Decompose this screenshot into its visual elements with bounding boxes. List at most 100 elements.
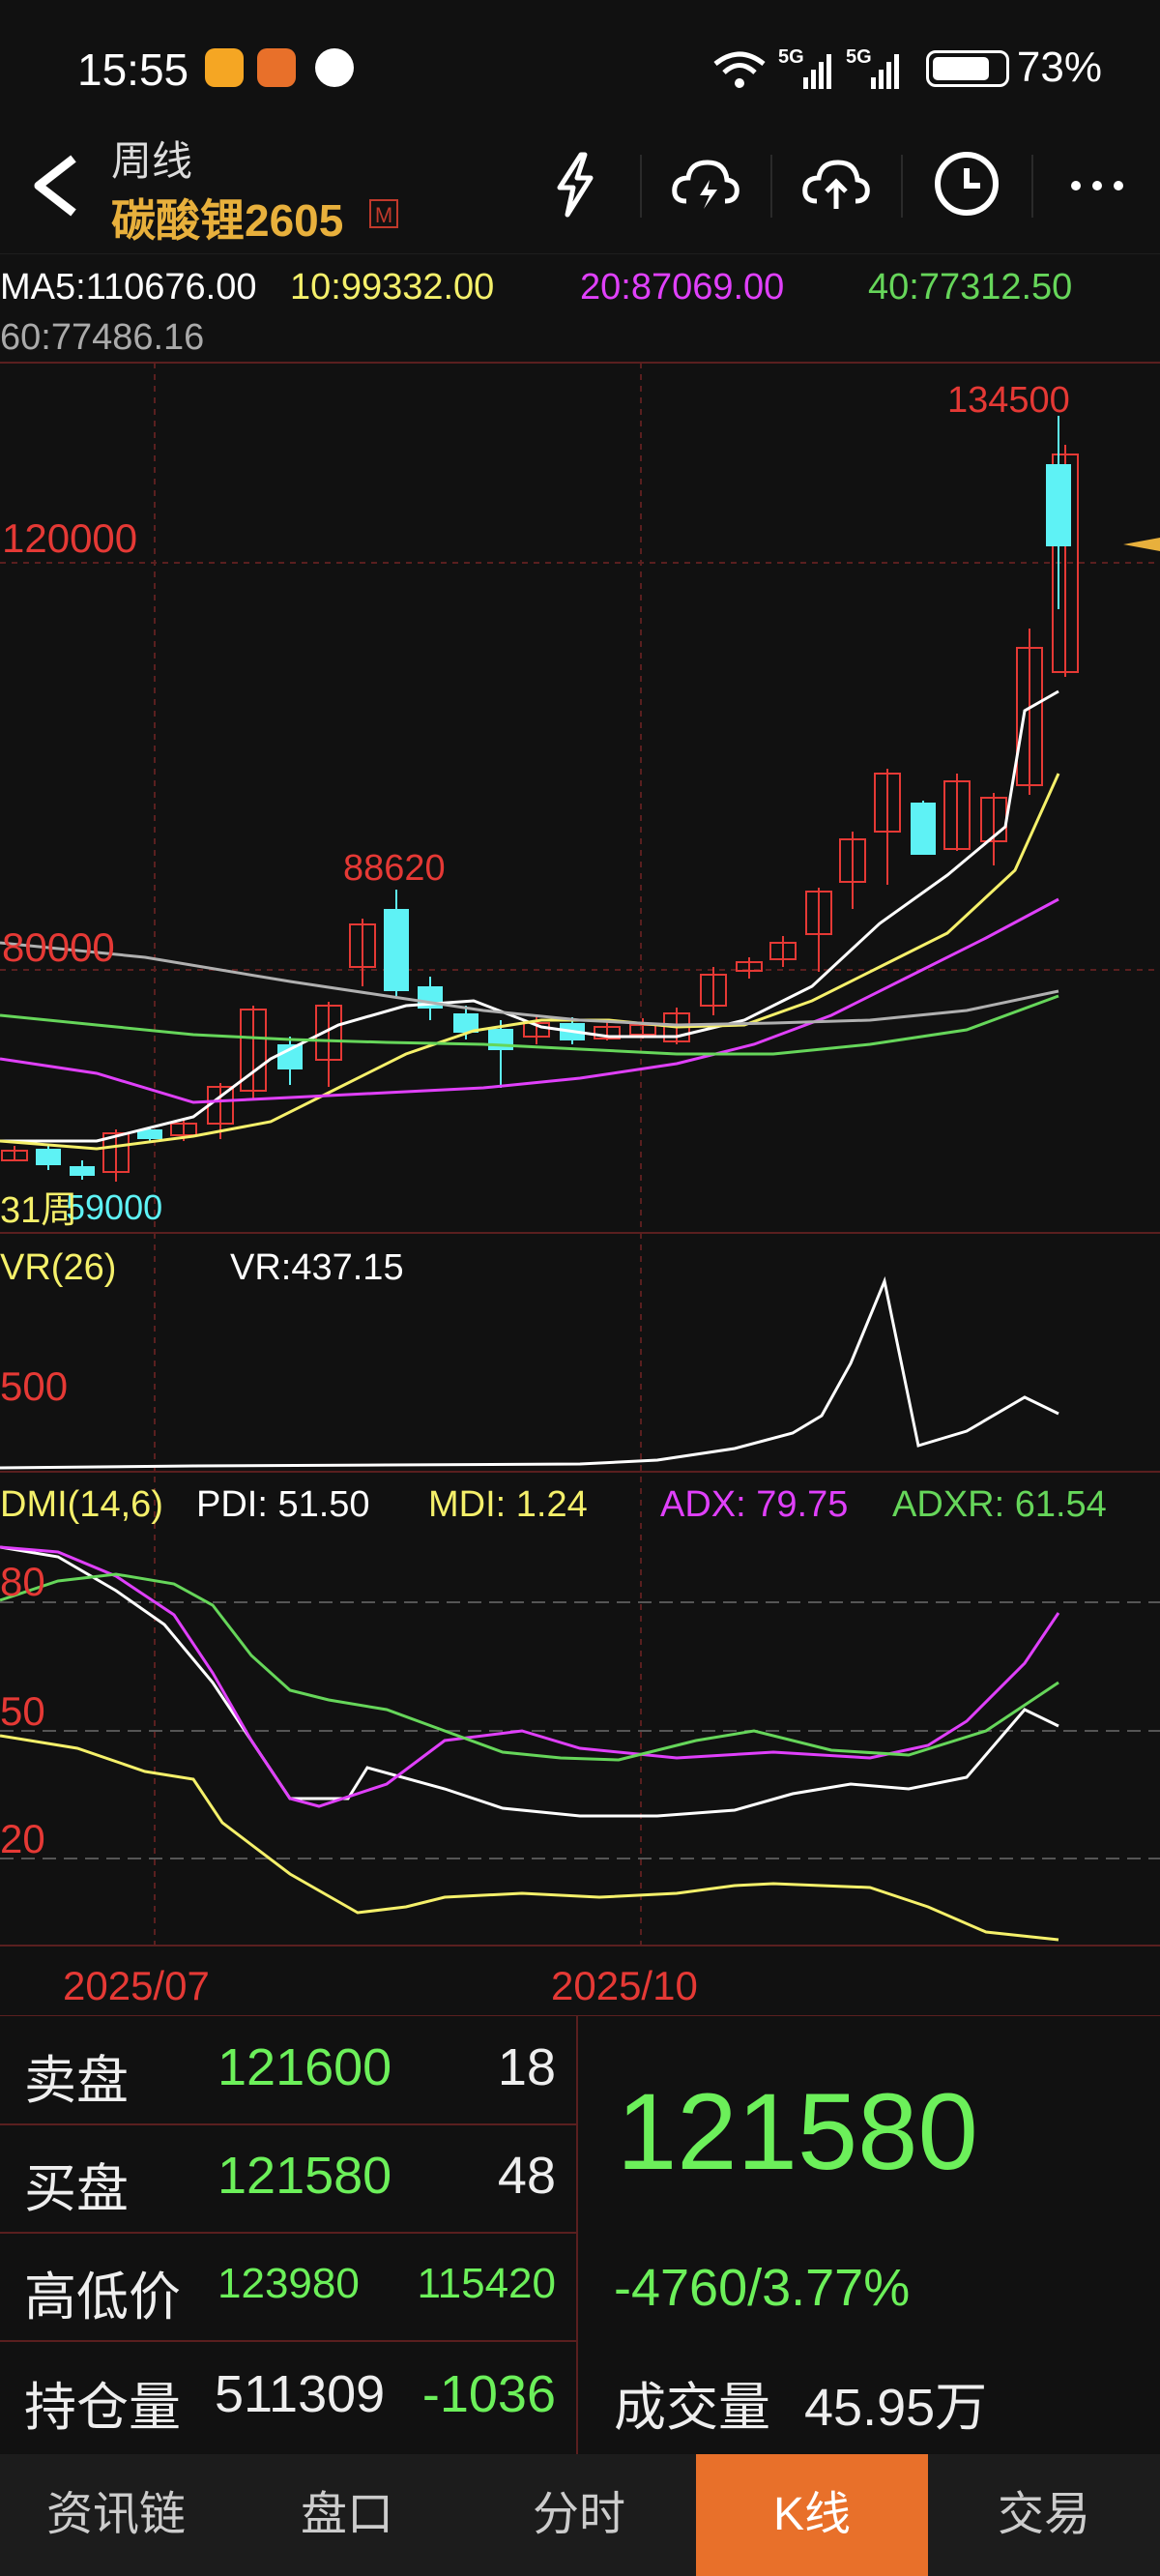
back-arrow-icon[interactable] <box>27 155 85 217</box>
ma60-line <box>0 941 1059 1027</box>
candle <box>36 1146 61 1170</box>
dmi-level-20: 20 <box>0 1816 45 1861</box>
high-price: 123980 <box>218 2260 360 2307</box>
candle <box>315 1002 342 1087</box>
candle <box>384 890 409 996</box>
ma20-line <box>0 897 1059 1104</box>
cloud-upload-icon[interactable] <box>798 145 875 222</box>
ma5-value: MA5:110676.00 <box>0 267 257 307</box>
mdi-line <box>0 1734 1059 1942</box>
min-price-label: 59000 <box>66 1187 163 1227</box>
tab-news-chain[interactable]: 资讯链 <box>0 2454 232 2576</box>
sell-price[interactable]: 121600 <box>218 2037 392 2097</box>
candle <box>1046 416 1071 609</box>
ma20-value: 20:87069.00 <box>580 267 785 307</box>
high-low-label: 高低价 <box>24 2269 181 2327</box>
candle <box>349 919 376 986</box>
buy-qty: 48 <box>497 2147 556 2205</box>
candle-body <box>36 1149 61 1165</box>
candle <box>911 801 936 855</box>
volume-value: 45.95万 <box>804 2379 988 2437</box>
tab-intraday[interactable]: 分时 <box>462 2454 696 2576</box>
date-label-jul: 2025/07 <box>63 1963 210 2008</box>
buy-label: 买盘 <box>24 2160 129 2218</box>
battery-percent: 73% <box>1016 44 1102 91</box>
candle <box>839 832 866 909</box>
low-price: 115420 <box>417 2260 556 2307</box>
wifi-icon <box>713 51 766 88</box>
period-subtitle: 周线 <box>111 138 193 184</box>
peak-price-label: 88620 <box>343 848 446 889</box>
open-interest: 511309 <box>215 2365 386 2423</box>
dmi-level-80: 80 <box>0 1559 45 1604</box>
battery-icon <box>926 50 1009 87</box>
signal-5g-icon-2: 5G <box>846 46 910 89</box>
buy-price[interactable]: 121580 <box>218 2146 392 2206</box>
dmi-adx: ADX: 79.75 <box>660 1484 849 1525</box>
ma40-value: 40:77312.50 <box>868 267 1073 307</box>
bottom-nav: 资讯链 盘口 分时 K线 交易 <box>0 2454 1160 2576</box>
dmi-title: DMI(14,6) <box>0 1484 163 1525</box>
candle-body <box>911 803 936 855</box>
status-bar: 15:55 5G 5G 73% <box>0 0 1160 145</box>
volume-label: 成交量 <box>614 2379 770 2437</box>
candle <box>240 1006 267 1098</box>
contract-title[interactable]: 碳酸锂2605 <box>111 186 343 249</box>
sell-label: 卖盘 <box>24 2052 129 2110</box>
ma40-line <box>0 994 1059 1056</box>
date-label-oct: 2025/10 <box>551 1963 698 2008</box>
clock-icon[interactable] <box>928 145 1005 222</box>
sell-qty: 18 <box>497 2038 556 2096</box>
candle <box>700 967 727 1015</box>
lightning-icon[interactable] <box>536 145 614 222</box>
candle-body <box>384 909 409 991</box>
vr-line <box>0 1275 1059 1470</box>
main-contract-badge: M <box>369 199 398 228</box>
vr-title: VR(26) <box>0 1247 117 1288</box>
candle-body <box>70 1166 95 1176</box>
cloud-download-icon[interactable] <box>667 145 744 222</box>
tab-order-book[interactable]: 盘口 <box>232 2454 462 2576</box>
moving-average-lines <box>0 689 1060 1151</box>
vr-level: 500 <box>0 1363 69 1409</box>
candle <box>805 888 832 972</box>
pdi-line <box>0 1545 1059 1818</box>
ma60-value: 60:77486.16 <box>0 317 205 358</box>
open-interest-label: 持仓量 <box>24 2379 181 2437</box>
price-change: -4760/3.77% <box>614 2259 911 2317</box>
last-price: 121580 <box>617 2071 978 2192</box>
signal-5g-icon: 5G <box>778 46 836 89</box>
tab-kline[interactable]: K线 <box>696 2454 928 2576</box>
candle <box>488 1020 513 1088</box>
dmi-lines <box>0 1545 1060 1942</box>
clock-time: 15:55 <box>77 44 189 95</box>
period-count-label: 31周 <box>0 1190 78 1231</box>
dmi-pdi: PDI: 51.50 <box>196 1484 370 1525</box>
kline-chart[interactable] <box>0 358 1160 2016</box>
dmi-level-50: 50 <box>0 1688 45 1734</box>
app-notification-icon <box>257 48 296 87</box>
dmi-adxr: ADXR: 61.54 <box>892 1484 1107 1525</box>
pause-app-icon <box>315 48 354 87</box>
candle-body <box>1046 464 1071 546</box>
candle <box>943 774 971 851</box>
candle <box>418 977 443 1020</box>
candle <box>1016 629 1043 795</box>
ma10-value: 10:99332.00 <box>290 267 495 307</box>
candle <box>769 936 797 967</box>
chart-grid <box>0 362 1160 2016</box>
candle <box>1 1146 28 1161</box>
current-price-marker <box>1123 538 1160 551</box>
open-interest-change: -1036 <box>421 2365 556 2423</box>
adx-line <box>0 1545 1060 1808</box>
vr-value: VR:437.15 <box>230 1247 404 1288</box>
candle <box>70 1160 95 1180</box>
price-level-high: 120000 <box>2 515 138 561</box>
more-icon[interactable] <box>1058 145 1136 222</box>
tab-trade[interactable]: 交易 <box>928 2454 1160 2576</box>
price-level-low: 80000 <box>2 924 115 970</box>
quote-panel: 卖盘 121600 18 买盘 121580 48 高低价 123980 115… <box>0 2016 1160 2456</box>
dmi-mdi: MDI: 1.24 <box>428 1484 588 1525</box>
ma5-line <box>0 689 1059 1143</box>
max-price-label: 134500 <box>947 380 1070 421</box>
